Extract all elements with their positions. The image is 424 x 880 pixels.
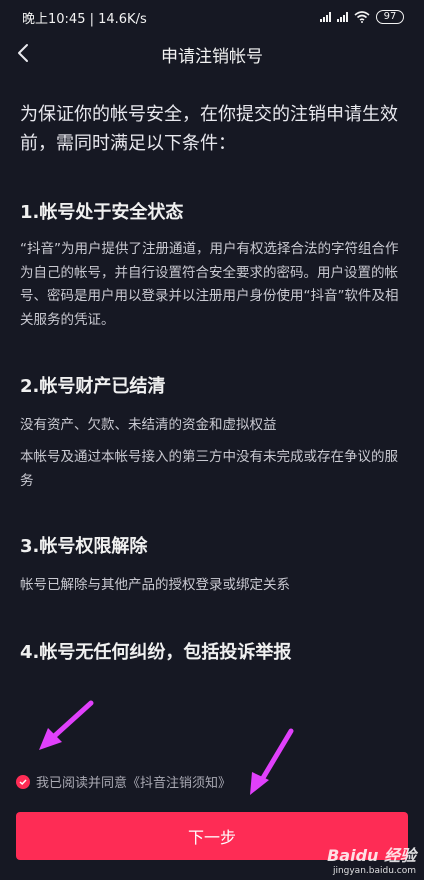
agreement-checkbox-row[interactable]: 我已阅读并同意《抖音注销须知》 xyxy=(16,772,231,791)
battery-icon: 97 xyxy=(376,10,404,24)
section-body-1: “抖音”为用户提供了注册通道，用户有权选择合法的字符组合作为自己的帐号，并自行设… xyxy=(20,241,399,328)
nav-bar: 申请注销帐号 xyxy=(0,34,424,74)
section-title-4: 4.帐号无任何纠纷，包括投诉举报 xyxy=(20,642,292,663)
status-bar: 晚上10:45 | 14.6K/s 97 xyxy=(0,0,424,34)
annotation-arrow-icon-right xyxy=(250,728,294,795)
checkbox-checked-icon[interactable] xyxy=(16,774,30,789)
section-body-2a: 没有资产、欠款、未结清的资金和虚拟权益 xyxy=(20,417,277,433)
annotation-arrow-icon-left xyxy=(39,700,94,750)
intro-text: 为保证你的帐号安全，在你提交的注销申请生效前，需同时满足以下条件： xyxy=(20,104,398,154)
conditions-content: 为保证你的帐号安全，在你提交的注销申请生效前，需同时满足以下条件： 1.帐号处于… xyxy=(20,100,404,663)
section-title-1: 1.帐号处于安全状态 xyxy=(20,202,184,223)
baidu-jingyan-watermark: Baidu 经验 jingyan.baidu.com xyxy=(327,842,416,876)
signal-icon-2 xyxy=(337,12,348,22)
section-title-2: 2.帐号财产已结清 xyxy=(20,376,166,397)
status-time-speed: 晚上10:45 | 14.6K/s xyxy=(22,11,147,27)
signal-icon xyxy=(320,12,331,22)
status-icons: 97 xyxy=(320,10,404,24)
watermark-logo: Baidu 经验 xyxy=(327,846,416,865)
section-body-3: 帐号已解除与其他产品的授权登录或绑定关系 xyxy=(20,577,290,593)
section-body-2b: 本帐号及通过本帐号接入的第三方中没有未完成或存在争议的服务 xyxy=(20,449,398,489)
watermark-url: jingyan.baidu.com xyxy=(332,866,416,876)
section-title-3: 3.帐号权限解除 xyxy=(20,536,148,557)
back-arrow-icon[interactable] xyxy=(12,41,36,65)
page-title: 申请注销帐号 xyxy=(161,46,263,67)
agreement-text[interactable]: 我已阅读并同意《抖音注销须知》 xyxy=(36,772,231,791)
wifi-icon xyxy=(354,11,370,23)
